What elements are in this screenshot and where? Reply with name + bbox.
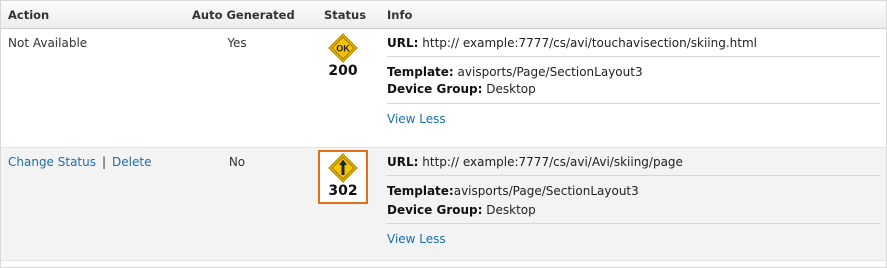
device-group-value: Desktop xyxy=(486,203,536,217)
redirect-sign-icon xyxy=(328,153,358,183)
info-divider xyxy=(387,175,880,176)
url-value: http:// example:7777/cs/avi/touchavisect… xyxy=(422,36,757,50)
template-line: Template: avisports/Page/SectionLayout3 xyxy=(387,65,643,79)
status-code: 200 xyxy=(328,63,358,79)
device-group-value: Desktop xyxy=(486,82,536,96)
device-group-label: Device Group: xyxy=(387,203,483,217)
action-cell: Not Available xyxy=(8,36,88,50)
ok-sign-icon: OK xyxy=(328,33,358,63)
auto-generated-cell: Yes xyxy=(227,36,247,50)
template-value: avisports/Page/SectionLayout3 xyxy=(453,184,639,198)
info-divider xyxy=(387,223,880,224)
url-line: URL: http:// example:7777/cs/avi/Avi/ski… xyxy=(387,155,683,169)
template-label: Template: xyxy=(387,184,454,198)
change-status-link[interactable]: Change Status xyxy=(8,155,96,169)
status-cell-selected[interactable]: 302 xyxy=(318,150,368,204)
column-header-info: Info xyxy=(387,8,413,22)
view-less-link[interactable]: View Less xyxy=(387,112,446,126)
template-value: avisports/Page/SectionLayout3 xyxy=(457,65,643,79)
column-header-auto-generated: Auto Generated xyxy=(192,8,295,22)
template-line: Template:avisports/Page/SectionLayout3 xyxy=(387,184,639,198)
table-row: Not Available Yes OK 200 URL: http:// ex… xyxy=(1,29,886,148)
status-code: 302 xyxy=(328,183,358,199)
auto-generated-cell: No xyxy=(228,155,246,169)
view-less-link[interactable]: View Less xyxy=(387,232,446,246)
device-group-line: Device Group: Desktop xyxy=(387,203,536,217)
device-group-label: Device Group: xyxy=(387,82,483,96)
redirect-table: Action Auto Generated Status Info Not Av… xyxy=(0,0,887,268)
ok-sign-text: OK xyxy=(336,44,350,54)
column-header-status: Status xyxy=(324,8,367,22)
delete-link[interactable]: Delete xyxy=(112,155,151,169)
column-header-action: Action xyxy=(8,8,50,22)
device-group-line: Device Group: Desktop xyxy=(387,82,536,96)
action-separator: | xyxy=(102,155,107,169)
status-cell: OK 200 xyxy=(318,33,368,87)
url-label: URL: xyxy=(387,155,419,169)
table-row: Change Status | Delete No 302 URL: http://… xyxy=(1,148,886,261)
url-label: URL: xyxy=(387,36,419,50)
action-cell: Change Status | Delete xyxy=(8,155,151,169)
url-line: URL: http:// example:7777/cs/avi/touchav… xyxy=(387,36,757,50)
url-value: http:// example:7777/cs/avi/Avi/skiing/p… xyxy=(422,155,683,169)
template-label: Template: xyxy=(387,65,454,79)
table-header: Action Auto Generated Status Info xyxy=(1,1,886,29)
info-divider xyxy=(387,56,880,57)
info-divider xyxy=(387,103,880,104)
